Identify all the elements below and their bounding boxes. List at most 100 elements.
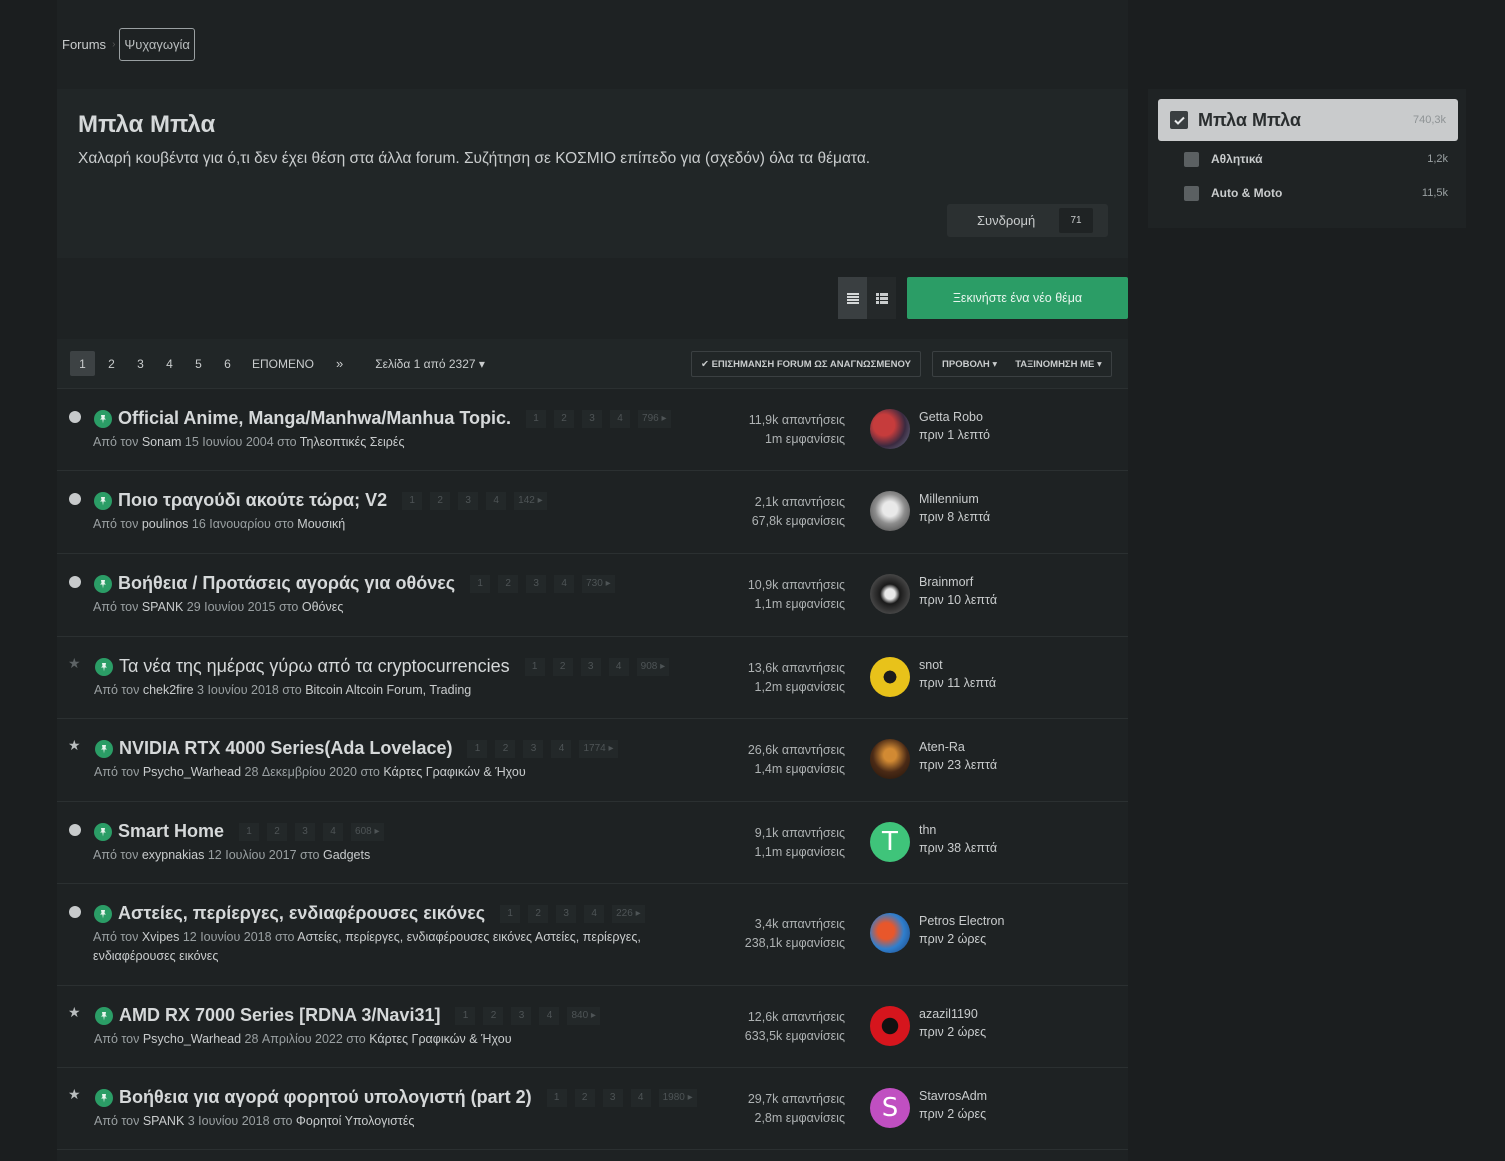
avatar[interactable] [870, 409, 910, 449]
page-link[interactable]: 4 [157, 351, 182, 376]
topic-page-link[interactable]: 3 [602, 1088, 623, 1107]
topic-author-link[interactable]: SPANK [143, 1114, 184, 1128]
last-page-link[interactable]: » [336, 356, 343, 371]
avatar[interactable] [870, 491, 910, 531]
last-post-time[interactable]: πριν 2 ώρες [919, 1105, 987, 1123]
topic-page-link[interactable]: 4 [608, 657, 629, 676]
mark-forum-read-button[interactable]: ✔ ΕΠΙΣΗΜΑΝΣΗ FORUM ΩΣ ΑΝΑΓΝΩΣΜΕΝΟΥ [691, 351, 921, 377]
topic-page-link[interactable]: 840 ▸ [567, 1006, 600, 1025]
topic-forum-link[interactable]: Κάρτες Γραφικών & Ήχου [369, 1032, 511, 1046]
avatar[interactable]: S [870, 1088, 910, 1128]
start-new-topic-button[interactable]: Ξεκινήστε ένα νέο θέμα [907, 277, 1128, 319]
topic-forum-link-cont[interactable]: ενδιαφέρουσες εικόνες [93, 949, 218, 963]
topic-page-link[interactable]: 3 [526, 574, 547, 593]
topic-page-link[interactable]: 3 [511, 1006, 532, 1025]
topic-page-link[interactable]: 4 [630, 1088, 651, 1107]
topic-page-link[interactable]: 4 [584, 904, 605, 923]
topic-title-link[interactable]: Τα νέα της ημέρας γύρω από τα cryptocurr… [119, 656, 510, 677]
topic-page-link[interactable]: 1 [526, 409, 547, 428]
topic-page-link[interactable]: 908 ▸ [636, 657, 670, 676]
last-post-time[interactable]: πριν 1 λεπτό [919, 426, 990, 444]
page-link[interactable]: 6 [215, 351, 240, 376]
last-poster-link[interactable]: snot [919, 656, 996, 674]
topic-author-link[interactable]: Xvipes [142, 930, 180, 944]
topic-page-link[interactable]: 1 [402, 491, 423, 510]
topic-title-link[interactable]: Smart Home [118, 821, 224, 842]
view-menu[interactable]: ΠΡΟΒΟΛΗ ▾ [933, 359, 1006, 370]
page-link[interactable]: 3 [128, 351, 153, 376]
topic-forum-link[interactable]: Οθόνες [302, 600, 343, 614]
avatar[interactable] [870, 739, 910, 779]
page-link[interactable]: 1 [70, 351, 95, 376]
last-poster-link[interactable]: Aten-Ra [919, 738, 997, 756]
topic-author-link[interactable]: chek2fire [143, 683, 194, 697]
topic-title-link[interactable]: Αστείες, περίεργες, ενδιαφέρουσες εικόνε… [118, 903, 485, 924]
avatar[interactable] [870, 1006, 910, 1046]
compact-view-button[interactable] [867, 277, 896, 319]
topic-forum-link[interactable]: Φορητοί Υπολογιστές [296, 1114, 415, 1128]
last-post-time[interactable]: πριν 10 λεπτά [919, 591, 997, 609]
topic-forum-link[interactable]: Κάρτες Γραφικών & Ήχου [383, 765, 525, 779]
topic-author-link[interactable]: exypnakias [142, 848, 205, 862]
last-post-time[interactable]: πριν 38 λεπτά [919, 839, 997, 857]
topic-page-link[interactable]: 1 [239, 822, 260, 841]
checkbox-icon[interactable] [1184, 185, 1199, 201]
topic-forum-link[interactable]: Αστείες, περίεργες, ενδιαφέρουσες εικόνε… [297, 930, 641, 944]
topic-page-link[interactable]: 3 [582, 409, 603, 428]
topic-page-link[interactable]: 3 [295, 822, 316, 841]
topic-page-link[interactable]: 2 [552, 657, 573, 676]
topic-page-link[interactable]: 730 ▸ [582, 574, 615, 593]
topic-page-link[interactable]: 1 [524, 657, 545, 676]
sidebar-item-athletics[interactable]: Αθλητικά 1,2k [1184, 148, 1448, 170]
topic-page-link[interactable]: 1 [455, 1006, 476, 1025]
topic-page-link[interactable]: 1 [467, 739, 488, 758]
avatar[interactable] [870, 913, 910, 953]
page-link[interactable]: 2 [99, 351, 124, 376]
topic-page-link[interactable]: 2 [430, 491, 451, 510]
topic-title-link[interactable]: Official Anime, Manga/Manhwa/Manhua Topi… [118, 408, 511, 429]
last-poster-link[interactable]: thn [919, 821, 997, 839]
topic-author-link[interactable]: Sonam [142, 435, 182, 449]
last-poster-link[interactable]: azazil1190 [919, 1005, 986, 1023]
topic-author-link[interactable]: poulinos [142, 517, 189, 531]
sidebar-item-active[interactable]: Μπλα Μπλα 740,3k [1158, 99, 1458, 141]
checkbox-checked-icon[interactable] [1170, 111, 1188, 129]
topic-page-link[interactable]: 2 [483, 1006, 504, 1025]
last-post-time[interactable]: πριν 11 λεπτά [919, 674, 996, 692]
sort-menu[interactable]: ΤΑΞΙΝΟΜΗΣΗ ΜΕ ▾ [1006, 359, 1111, 370]
avatar[interactable]: T [870, 822, 910, 862]
topic-page-link[interactable]: 1 [500, 904, 521, 923]
topic-page-link[interactable]: 1774 ▸ [579, 739, 618, 758]
last-poster-link[interactable]: StavrosAdm [919, 1087, 987, 1105]
topic-page-link[interactable]: 3 [556, 904, 577, 923]
topic-author-link[interactable]: SPANK [142, 600, 183, 614]
topic-page-link[interactable]: 1 [470, 574, 491, 593]
last-post-time[interactable]: πριν 23 λεπτά [919, 756, 997, 774]
topic-page-link[interactable]: 2 [554, 409, 575, 428]
topic-title-link[interactable]: Βοήθεια για αγορά φορητού υπολογιστή (pa… [119, 1087, 532, 1108]
topic-author-link[interactable]: Psycho_Warhead [143, 765, 241, 779]
last-post-time[interactable]: πριν 2 ώρες [919, 930, 1004, 948]
topic-forum-link[interactable]: Μουσική [297, 517, 345, 531]
checkbox-icon[interactable] [1184, 151, 1199, 167]
page-link[interactable]: 5 [186, 351, 211, 376]
topic-title-link[interactable]: AMD RX 7000 Series [RDNA 3/Navi31] [119, 1005, 440, 1026]
topic-page-link[interactable]: 4 [486, 491, 507, 510]
avatar[interactable] [870, 657, 910, 697]
topic-forum-link[interactable]: Τηλεοπτικές Σειρές [300, 435, 405, 449]
sidebar-item-auto-moto[interactable]: Auto & Moto 11,5k [1184, 182, 1448, 204]
topic-page-link[interactable]: 3 [458, 491, 479, 510]
topic-title-link[interactable]: Ποιο τραγούδι ακούτε τώρα; V2 [118, 490, 387, 511]
topic-page-link[interactable]: 2 [495, 739, 516, 758]
topic-page-link[interactable]: 4 [323, 822, 344, 841]
last-poster-link[interactable]: Petros Electron [919, 912, 1004, 930]
last-poster-link[interactable]: Millennium [919, 490, 990, 508]
breadcrumb-forums-link[interactable]: Forums [62, 37, 106, 52]
topic-page-link[interactable]: 2 [267, 822, 288, 841]
topic-forum-link[interactable]: Gadgets [323, 848, 370, 862]
topic-page-link[interactable]: 3 [580, 657, 601, 676]
topic-page-link[interactable]: 1 [546, 1088, 567, 1107]
next-page-link[interactable]: ΕΠΟΜΕΝΟ [252, 357, 314, 371]
topic-page-link[interactable]: 2 [528, 904, 549, 923]
topic-page-link[interactable]: 3 [523, 739, 544, 758]
